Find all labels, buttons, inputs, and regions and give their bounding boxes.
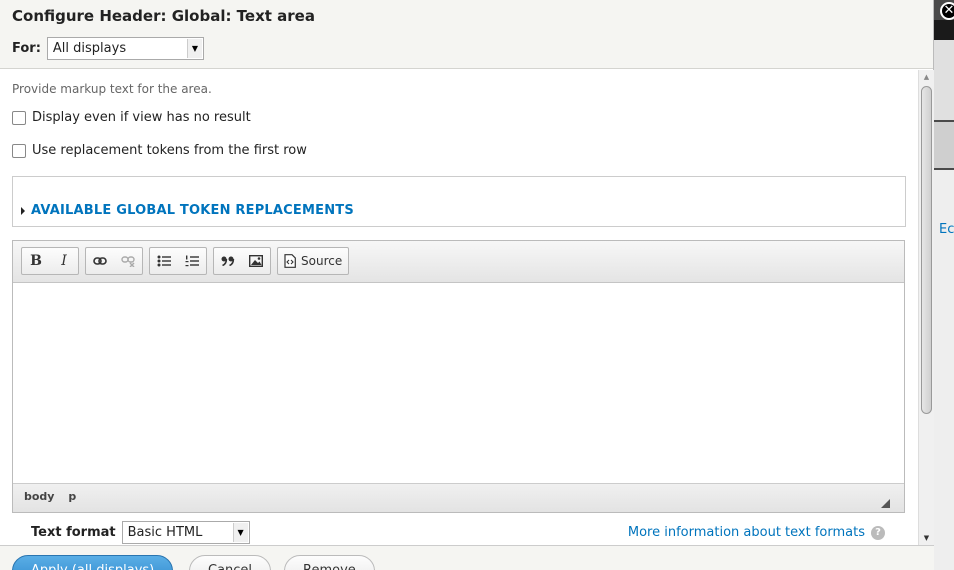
blockquote-button[interactable]: [214, 248, 242, 274]
text-format-help: More information about text formats ?: [628, 525, 885, 540]
text-format-help-link[interactable]: More information about text formats: [628, 525, 865, 540]
dialog-content: Provide markup text for the area. Displa…: [0, 70, 934, 545]
source-code-icon: [284, 254, 296, 268]
backdrop-toolbar: [934, 20, 954, 40]
toolbar-group-format: B I: [21, 247, 79, 275]
editor-toolbar: B I Source: [13, 241, 904, 283]
resize-handle-icon[interactable]: [881, 499, 890, 508]
backdrop-panel: [934, 40, 954, 120]
token-replacements-toggle[interactable]: AVAILABLE GLOBAL TOKEN REPLACEMENTS: [21, 203, 897, 218]
for-display-select[interactable]: All displays ▼: [46, 37, 204, 60]
unlink-button[interactable]: [114, 248, 142, 274]
tokens-checkbox[interactable]: [12, 143, 26, 158]
remove-button[interactable]: Remove: [284, 555, 375, 570]
for-label: For:: [12, 41, 41, 56]
source-button[interactable]: Source: [278, 248, 348, 274]
form-scroll-area: Provide markup text for the area. Displa…: [0, 70, 918, 545]
configure-dialog: Configure Header: Global: Text area For:…: [0, 0, 934, 570]
quote-icon: [221, 256, 235, 266]
tokens-label[interactable]: Use replacement tokens from the first ro…: [32, 143, 307, 158]
caret-right-icon: [21, 206, 25, 215]
dialog-button-pane: Apply (all displays) Cancel Remove: [0, 545, 934, 570]
content-scrollbar[interactable]: ▲ ▼: [918, 70, 934, 545]
unlink-icon: [121, 256, 135, 267]
text-format-select-value: Basic HTML: [127, 525, 203, 540]
scroll-down-icon[interactable]: ▼: [919, 531, 934, 545]
chevron-down-icon: ▼: [232, 523, 248, 542]
numbered-list-button[interactable]: [178, 248, 206, 274]
for-display-select-value: All displays: [52, 41, 127, 56]
token-replacements-details: AVAILABLE GLOBAL TOKEN REPLACEMENTS: [12, 176, 906, 227]
rich-text-editor: B I Source body p: [12, 240, 905, 513]
bulleted-list-button[interactable]: [150, 248, 178, 274]
image-button[interactable]: [242, 248, 270, 274]
link-button[interactable]: [86, 248, 114, 274]
editor-content-area[interactable]: [13, 283, 904, 483]
text-format-label: Text format: [31, 525, 116, 540]
scroll-up-icon[interactable]: ▲: [919, 70, 934, 84]
apply-button[interactable]: Apply (all displays): [12, 555, 174, 570]
path-item-p[interactable]: p: [68, 490, 76, 503]
toolbar-group-lists: [149, 247, 207, 275]
link-icon: [93, 257, 107, 265]
backdrop-link[interactable]: Ec: [939, 222, 954, 237]
toolbar-group-link: [85, 247, 143, 275]
bold-button[interactable]: B: [22, 248, 50, 274]
chevron-down-icon: ▼: [186, 39, 202, 58]
text-format-selector: Text format Basic HTML ▼: [31, 521, 250, 544]
numbered-list-icon: [185, 255, 199, 267]
toolbar-group-source: Source: [277, 247, 350, 275]
help-icon[interactable]: ?: [871, 525, 885, 540]
bulleted-list-icon: [157, 255, 171, 267]
empty-result-label[interactable]: Display even if view has no result: [32, 110, 251, 125]
page-backdrop: Ec: [934, 0, 954, 570]
dialog-title: Configure Header: Global: Text area: [12, 7, 315, 25]
text-format-select[interactable]: Basic HTML ▼: [121, 521, 250, 544]
for-row: For: All displays ▼: [12, 37, 921, 60]
toolbar-group-insert: [213, 247, 271, 275]
dialog-title-bar: Configure Header: Global: Text area For:…: [0, 0, 933, 69]
empty-result-option[interactable]: Display even if view has no result: [12, 110, 906, 125]
form-description: Provide markup text for the area.: [12, 82, 212, 96]
backdrop-panel-2: [934, 122, 954, 168]
tokens-option[interactable]: Use replacement tokens from the first ro…: [12, 143, 906, 158]
scrollbar-thumb[interactable]: [921, 86, 932, 414]
editor-element-path: body p: [13, 483, 904, 512]
path-item-body[interactable]: body: [24, 490, 54, 503]
empty-result-checkbox[interactable]: [12, 110, 26, 125]
cancel-button[interactable]: Cancel: [189, 555, 272, 570]
token-replacements-label[interactable]: AVAILABLE GLOBAL TOKEN REPLACEMENTS: [31, 203, 354, 218]
close-icon[interactable]: ✕: [940, 2, 954, 20]
image-icon: [249, 255, 263, 267]
source-button-label: Source: [301, 254, 343, 268]
italic-button[interactable]: I: [50, 248, 78, 274]
text-format-row: Text format Basic HTML ▼ More informatio…: [12, 513, 905, 544]
